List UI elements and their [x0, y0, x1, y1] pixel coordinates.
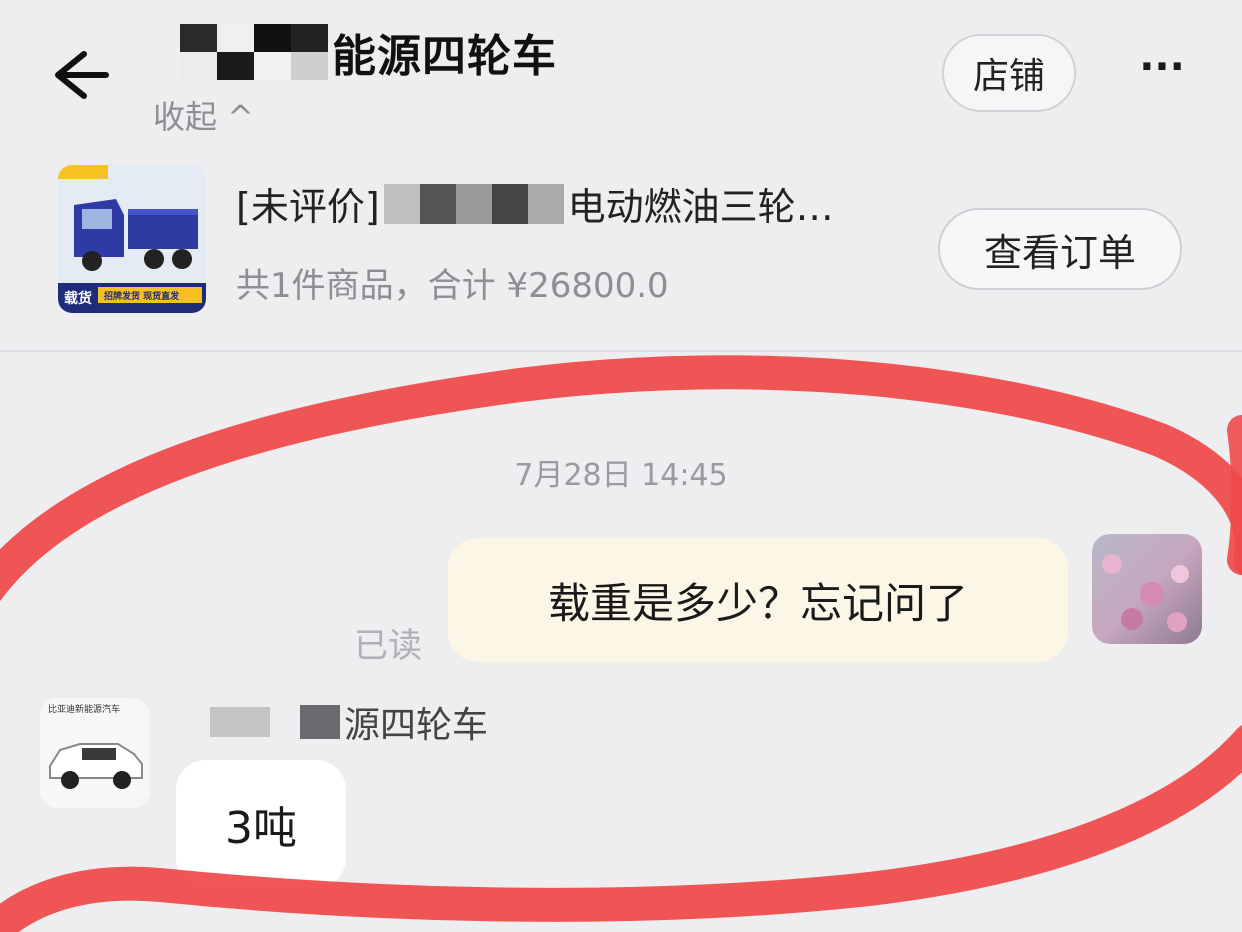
order-status-tag: [未评价]: [236, 185, 380, 229]
tricycle-image: 载货 招牌发货 现货直发: [58, 165, 206, 313]
read-status: 已读: [354, 626, 422, 666]
arrow-left-icon: [55, 51, 109, 99]
store-button[interactable]: 店铺: [942, 34, 1076, 112]
redacted-text: [210, 707, 270, 737]
redacted-text: [300, 705, 340, 739]
shop-avatar[interactable]: 比亚迪新能源汽车: [40, 698, 150, 808]
suv-avatar-image: 比亚迪新能源汽车: [40, 698, 150, 808]
ellipsis-icon: ···: [1139, 44, 1185, 90]
divider: [0, 350, 1242, 352]
order-product-name: 电动燃油三轮…: [567, 185, 834, 229]
back-button[interactable]: [44, 40, 114, 110]
shop-title: 能源四轮车: [332, 31, 557, 82]
thumb-strip: 招牌发货 现货直发: [104, 290, 180, 302]
message-timestamp: 7月28日 14:45: [514, 458, 728, 493]
redacted-text: [383, 183, 564, 224]
view-order-button[interactable]: 查看订单: [938, 208, 1182, 290]
shop-avatar-caption: 比亚迪新能源汽车: [48, 703, 120, 715]
chat-header: 能源四轮车 收起 ^ 店铺 ···: [0, 0, 1242, 150]
my-avatar[interactable]: [1092, 534, 1202, 644]
collapse-toggle[interactable]: 收起 ^: [153, 92, 254, 138]
outgoing-message-bubble[interactable]: 载重是多少？忘记问了: [448, 538, 1068, 662]
redacted-mosaic: [180, 24, 328, 80]
order-product-title[interactable]: [未评价] 电动燃油三轮…: [236, 176, 926, 231]
incoming-message-bubble[interactable]: 3吨: [176, 760, 346, 888]
flower-avatar-image: [1092, 534, 1202, 644]
chat-screen: 能源四轮车 收起 ^ 店铺 ··· 载货 招牌发货 现货直发 [未评价] 电动燃…: [0, 0, 1242, 932]
chat-title: 能源四轮车: [180, 22, 557, 82]
order-summary: 共1件商品，合计 ¥26800.0: [236, 266, 669, 306]
more-button[interactable]: ···: [1130, 44, 1194, 94]
thumb-badge: 载货: [64, 290, 92, 307]
sender-name: 源四轮车: [210, 696, 488, 748]
product-thumbnail[interactable]: 载货 招牌发货 现货直发: [58, 165, 206, 313]
sender-name-label: 源四轮车: [344, 705, 489, 746]
